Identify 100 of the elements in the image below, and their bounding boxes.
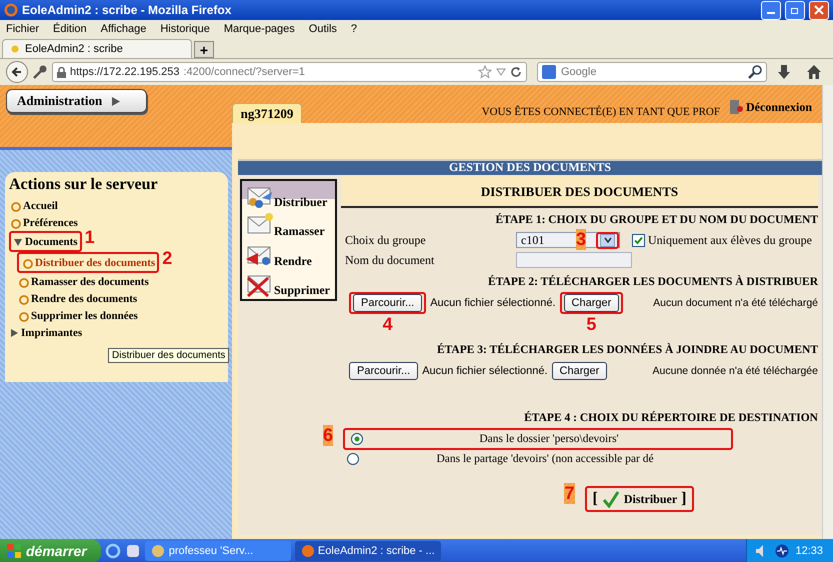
sun-icon (9, 43, 21, 55)
restore-icon (790, 5, 800, 15)
search-icon[interactable] (748, 65, 762, 79)
checkbox-label: Uniquement aux élèves du groupe (648, 232, 812, 248)
back-arrow-icon (11, 66, 23, 78)
checkbox[interactable] (632, 234, 645, 246)
sidebar-title: Actions sur le serveur (9, 176, 159, 194)
logout-link[interactable]: Déconnexion (728, 99, 812, 115)
check-icon (602, 490, 620, 508)
file-status: Aucun fichier sélectionné. (430, 297, 556, 309)
taskbar-button[interactable]: professeu 'Serv... (144, 541, 291, 561)
user-tab[interactable]: ng371209 (232, 103, 302, 123)
bullet-icon (17, 276, 29, 288)
callout-number: 6 (322, 425, 333, 446)
sidebar-item[interactable]: Accueil (23, 200, 58, 212)
action-item[interactable]: Ramasser (242, 210, 335, 240)
sidebar-item[interactable]: Préférences (23, 216, 78, 228)
action-item[interactable]: Distribuer (242, 181, 335, 210)
dropdown-icon[interactable] (496, 68, 506, 76)
app-icon (150, 544, 165, 558)
bullet-icon (21, 256, 33, 268)
sidebar-item[interactable]: Distribuer des documents (35, 256, 156, 268)
search-field[interactable]: Google (537, 62, 767, 82)
minimize-icon (767, 12, 775, 14)
action-item[interactable]: Supprimer (242, 270, 335, 299)
radio-label: Dans le dossier 'perso\devoirs' (478, 433, 620, 445)
reload-icon[interactable] (510, 66, 522, 78)
radio-button[interactable] (351, 433, 363, 445)
key-icon[interactable] (32, 64, 48, 80)
close-button[interactable] (809, 0, 829, 20)
distribute-button[interactable]: [ Distribuer ] (588, 488, 690, 510)
menu-item[interactable]: Marque-pages (224, 22, 295, 34)
menu-item[interactable]: Outils (308, 22, 337, 34)
collapsed-icon[interactable] (9, 328, 19, 338)
window-title: EoleAdmin2 : scribe - Mozilla Firefox (22, 3, 232, 17)
menu-item[interactable]: ? (350, 22, 358, 34)
back-button[interactable] (6, 61, 28, 83)
app-icon[interactable] (124, 543, 141, 559)
menu-item[interactable]: Affichage (100, 22, 146, 34)
triangle-icon (112, 96, 120, 106)
bullet-icon (9, 216, 21, 228)
file-status: Aucun fichier sélectionné. (422, 365, 548, 377)
document-name-field[interactable] (516, 252, 632, 268)
radio-label: Dans le partage 'devoirs' (non accessible par dé (435, 453, 655, 465)
network-icon[interactable] (775, 544, 790, 558)
action-item[interactable]: Rendre (242, 240, 335, 270)
sidebar-item[interactable]: Supprimer les données (31, 310, 138, 322)
star-icon[interactable] (478, 65, 492, 79)
check-icon (634, 236, 643, 244)
restore-button[interactable] (785, 0, 805, 20)
bullet-icon (17, 292, 29, 304)
menu-item[interactable]: Fichier (6, 22, 40, 34)
menu-item[interactable]: Historique (160, 22, 210, 34)
start-button[interactable]: démarrer (0, 539, 101, 562)
section-header: GESTION DES DOCUMENTS (238, 159, 822, 175)
search-input[interactable]: Google (559, 65, 745, 79)
dropdown-button[interactable] (600, 234, 615, 246)
radio-dot-icon (354, 436, 360, 442)
browse-button[interactable]: Parcourir... (349, 362, 418, 380)
step-title: ÉTAPE 3: TÉLÉCHARGER LES DONNÉES À JOINDRE AU DOCUMENT (436, 342, 818, 358)
connection-status: VOUS ÊTES CONNECTÉ(E) EN TANT QUE PROF (480, 106, 721, 118)
expanded-icon[interactable] (13, 236, 23, 246)
browser-tab[interactable]: EoleAdmin2 : scribe (2, 39, 192, 58)
callout-number: 1 (84, 227, 95, 248)
sidebar-item[interactable]: Rendre des documents (31, 292, 138, 304)
radio-button[interactable] (347, 453, 359, 465)
clock: 12:33 (795, 545, 823, 557)
callout-number: 5 (586, 314, 596, 335)
load-button[interactable]: Charger (564, 294, 620, 312)
field-label: Nom du document (344, 252, 436, 268)
page-heading: DISTRIBUER DES DOCUMENTS (341, 175, 818, 208)
lock-icon (57, 66, 66, 78)
field-label: Choix du groupe (344, 232, 427, 248)
app-icon (300, 544, 314, 558)
callout-number: 2 (162, 248, 172, 269)
browse-button[interactable]: Parcourir... (353, 294, 422, 312)
tooltip: Distribuer des documents (108, 348, 230, 363)
sidebar-item[interactable]: Ramasser des documents (31, 276, 149, 288)
minimize-button[interactable] (761, 0, 781, 20)
caret-icon (604, 237, 612, 243)
sidebar-item[interactable]: Documents (25, 236, 78, 248)
menu-item[interactable]: Édition (53, 22, 87, 34)
address-field[interactable]: https://172.22.195.253 :4200/connect/?server=1 (52, 62, 527, 82)
taskbar-button[interactable]: EoleAdmin2 : scribe - ... (294, 541, 441, 561)
administration-button[interactable]: Administration (6, 89, 148, 113)
download-icon[interactable] (776, 64, 792, 80)
callout-number: 4 (382, 314, 393, 335)
browser-icon[interactable] (104, 543, 121, 559)
sidebar-item[interactable]: Imprimantes (21, 326, 82, 338)
close-icon (814, 5, 824, 15)
step-title: ÉTAPE 2: TÉLÉCHARGER LES DOCUMENTS À DISTRIBUER (487, 274, 818, 290)
group-select[interactable]: c101 3 (516, 232, 620, 248)
scrollbar[interactable] (822, 85, 833, 539)
upload-status: Aucune donnée n'a été téléchargée (652, 365, 818, 377)
door-icon (728, 99, 744, 115)
new-tab-button[interactable]: + (194, 41, 214, 58)
home-icon[interactable] (806, 64, 822, 80)
step-title: ÉTAPE 1: CHOIX DU GROUPE ET DU NOM DU DOCUMENT (494, 212, 818, 228)
load-button[interactable]: Charger (552, 362, 608, 380)
step-title: ÉTAPE 4 : CHOIX DU RÉPERTOIRE DE DESTINATION (523, 410, 818, 426)
